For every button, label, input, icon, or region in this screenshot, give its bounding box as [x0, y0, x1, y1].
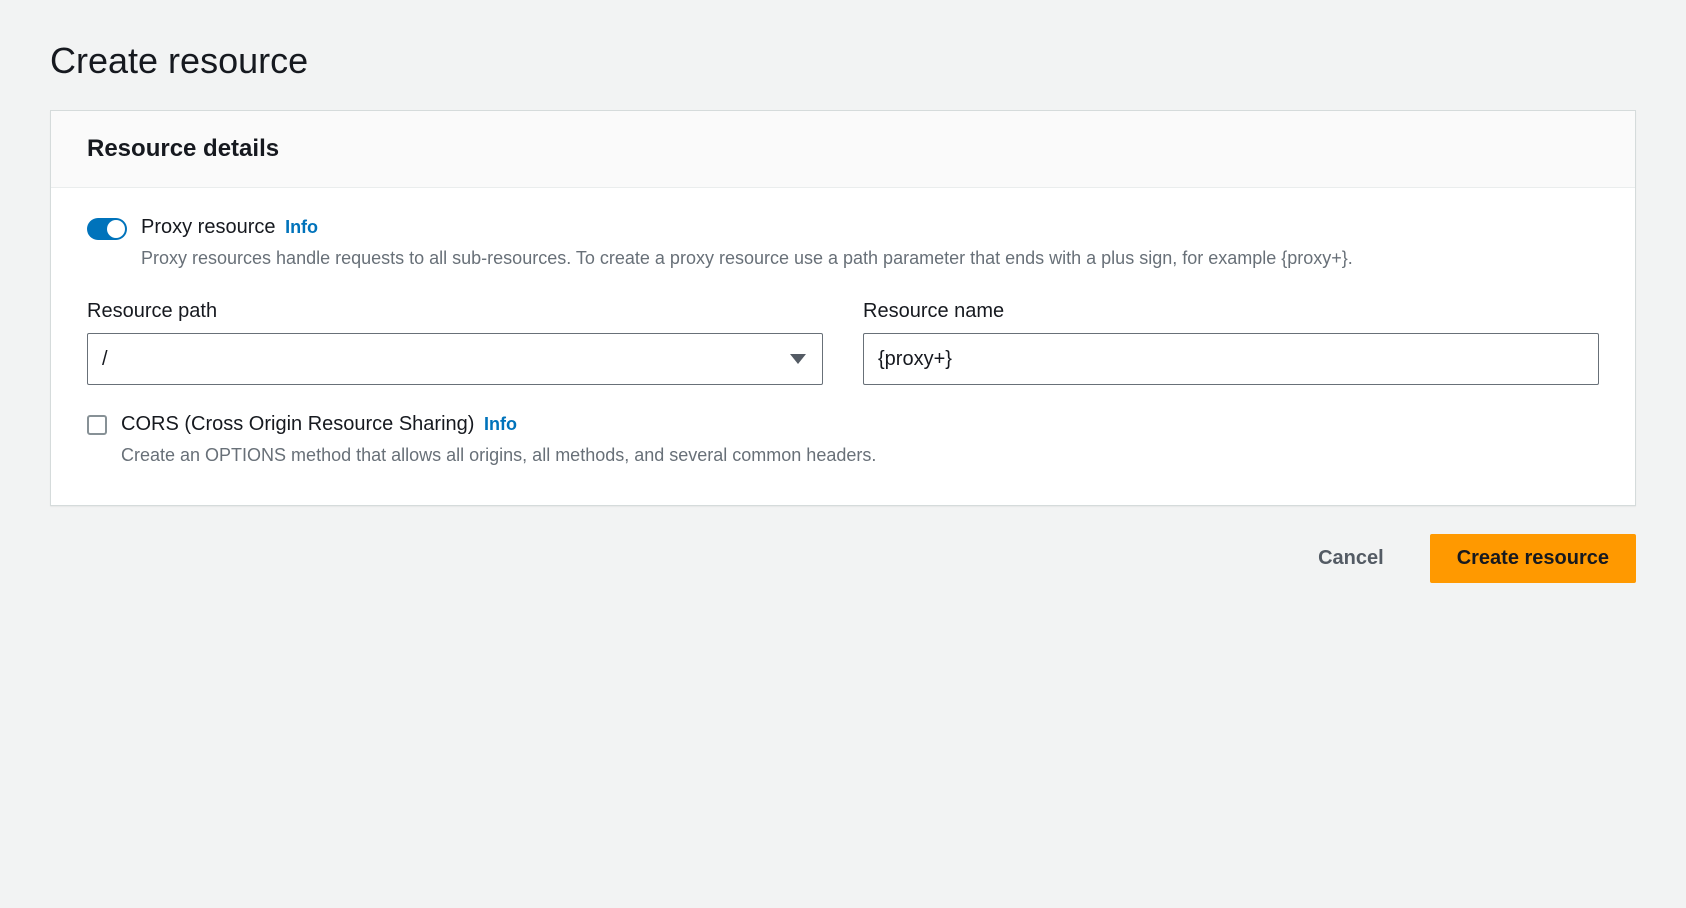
proxy-resource-description: Proxy resources handle requests to all s…	[141, 245, 1353, 272]
proxy-resource-info-link[interactable]: Info	[285, 217, 318, 237]
proxy-resource-label-line: Proxy resource Info	[141, 216, 1353, 239]
panel-body: Proxy resource Info Proxy resources hand…	[51, 188, 1635, 505]
cors-field: CORS (Cross Origin Resource Sharing) Inf…	[87, 413, 1599, 469]
panel-header: Resource details	[51, 111, 1635, 188]
resource-path-select[interactable]: /	[87, 333, 823, 385]
resource-name-label: Resource name	[863, 300, 1599, 323]
cancel-button[interactable]: Cancel	[1292, 534, 1410, 583]
cors-description: Create an OPTIONS method that allows all…	[121, 442, 876, 469]
cors-info-link[interactable]: Info	[484, 414, 517, 434]
resource-name-col: Resource name	[863, 300, 1599, 385]
resource-path-value: /	[87, 333, 823, 385]
create-resource-button[interactable]: Create resource	[1430, 534, 1636, 583]
cors-label: CORS (Cross Origin Resource Sharing)	[121, 413, 474, 435]
resource-path-name-row: Resource path / Resource name	[87, 300, 1599, 385]
proxy-resource-toggle[interactable]	[87, 218, 127, 240]
proxy-resource-label: Proxy resource	[141, 216, 276, 238]
cors-checkbox[interactable]	[87, 415, 107, 435]
proxy-resource-field: Proxy resource Info Proxy resources hand…	[87, 216, 1599, 272]
resource-details-panel: Resource details Proxy resource Info Pro…	[50, 110, 1636, 506]
panel-title: Resource details	[87, 135, 1599, 163]
form-actions: Cancel Create resource	[50, 534, 1636, 583]
resource-path-col: Resource path /	[87, 300, 823, 385]
resource-path-label: Resource path	[87, 300, 823, 323]
page-title: Create resource	[50, 40, 1636, 82]
cors-label-line: CORS (Cross Origin Resource Sharing) Inf…	[121, 413, 876, 436]
resource-name-input[interactable]	[863, 333, 1599, 385]
